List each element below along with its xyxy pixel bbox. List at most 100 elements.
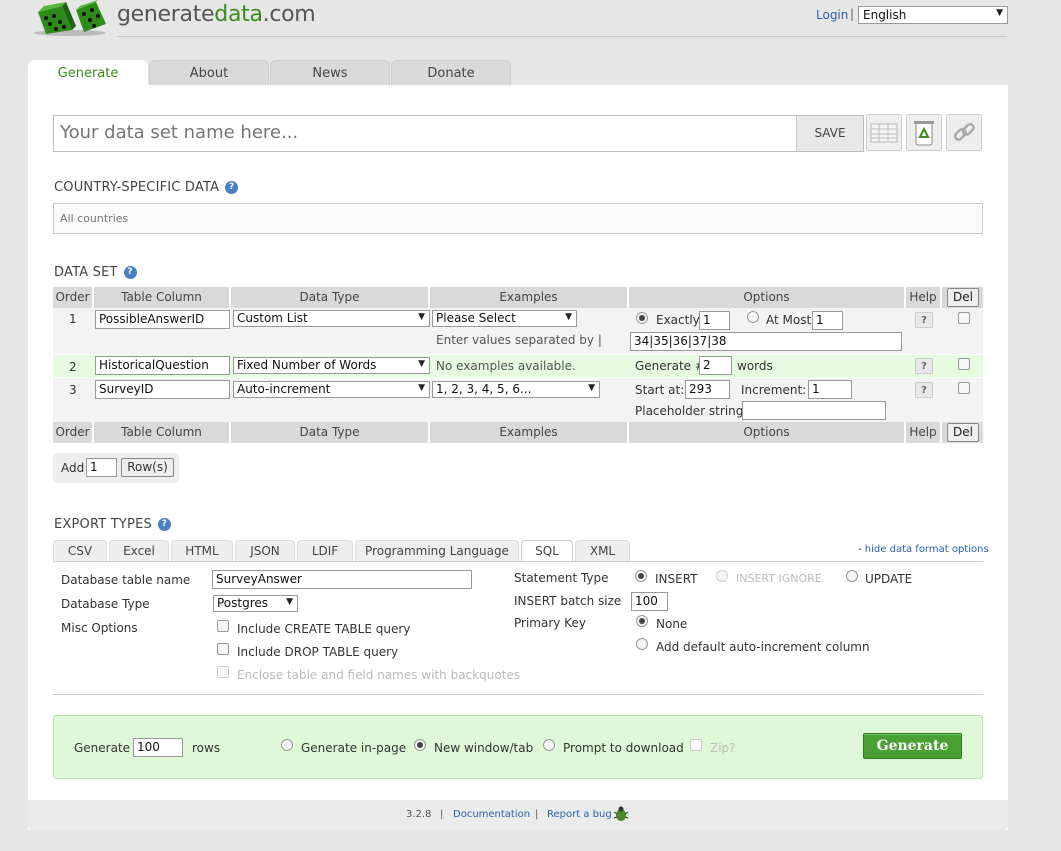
- update-radio[interactable]: [846, 570, 858, 582]
- examples-select[interactable]: Please Select ▼: [432, 310, 577, 327]
- help-icon[interactable]: ?: [225, 181, 239, 194]
- link-button[interactable]: [946, 114, 982, 151]
- exactly-label: Exactly: [656, 313, 700, 327]
- exactly-radio[interactable]: [636, 312, 648, 324]
- increment-label: Increment:: [741, 383, 807, 397]
- examples-select[interactable]: 1, 2, 3, 4, 5, 6... ▼: [432, 381, 600, 398]
- at-most-label: At Most: [766, 313, 812, 327]
- row-delete-checkbox[interactable]: [958, 312, 970, 324]
- generate-words-label: Generate #: [635, 359, 705, 373]
- column-header-data-type: Data Type: [231, 287, 430, 308]
- export-tab-ldif[interactable]: LDIF: [297, 540, 353, 562]
- prompt-download-radio[interactable]: [543, 739, 555, 751]
- generate-button[interactable]: Generate: [863, 733, 962, 759]
- new-window-radio[interactable]: [414, 739, 426, 751]
- word-count-input[interactable]: 2: [699, 356, 732, 375]
- db-type-select[interactable]: Postgres ▼: [213, 595, 298, 612]
- batch-size-label: INSERT batch size: [514, 594, 622, 608]
- generate-label: Generate: [74, 741, 131, 755]
- data-type-select[interactable]: Fixed Number of Words ▼: [233, 357, 430, 374]
- row-order: 3: [69, 383, 77, 397]
- tab-news[interactable]: News: [270, 60, 390, 86]
- section-divider: [53, 694, 983, 695]
- data-type-select[interactable]: Custom List ▼: [233, 310, 430, 327]
- placeholder-string-label: Placeholder string:: [635, 404, 748, 418]
- pk-none-label: None: [656, 617, 688, 631]
- pk-auto-increment-radio[interactable]: [636, 638, 648, 650]
- clear-button[interactable]: [906, 114, 942, 151]
- chevron-down-icon: ▼: [286, 597, 293, 607]
- export-tab-sql[interactable]: SQL: [521, 540, 573, 562]
- add-rows-button[interactable]: Row(s): [121, 458, 174, 477]
- export-tab-excel[interactable]: Excel: [109, 540, 169, 562]
- save-button[interactable]: SAVE: [796, 116, 863, 151]
- table-view-button[interactable]: [866, 114, 902, 151]
- chevron-down-icon: ▼: [565, 312, 572, 322]
- hide-options-link[interactable]: - hide data format options: [858, 544, 989, 555]
- create-table-checkbox[interactable]: [217, 620, 229, 632]
- column-name-input[interactable]: PossibleAnswerID: [95, 310, 230, 329]
- footer-separator: |: [440, 809, 444, 820]
- tab-donate[interactable]: Donate: [391, 60, 511, 86]
- version-text: 3.2.8: [406, 809, 432, 820]
- column-header-help: Help: [906, 422, 942, 443]
- row-delete-checkbox[interactable]: [958, 382, 970, 394]
- row-help-button[interactable]: ?: [915, 358, 933, 374]
- help-icon[interactable]: ?: [157, 518, 171, 531]
- export-tab-html[interactable]: HTML: [171, 540, 233, 562]
- footer-separator: |: [535, 809, 539, 820]
- at-most-radio[interactable]: [747, 311, 759, 323]
- delete-all-button[interactable]: Del: [947, 288, 979, 307]
- tab-about[interactable]: About: [149, 60, 269, 86]
- row-help-button[interactable]: ?: [915, 382, 933, 398]
- table-row: 1 PossibleAnswerID Custom List ▼ Please S…: [53, 308, 983, 354]
- insert-radio[interactable]: [635, 570, 647, 582]
- start-at-input[interactable]: 293: [685, 380, 730, 399]
- country-selector[interactable]: All countries: [53, 203, 983, 234]
- column-name-input[interactable]: HistoricalQuestion: [95, 356, 230, 375]
- language-select[interactable]: English ▼: [858, 6, 1008, 24]
- data-type-select[interactable]: Auto-increment ▼: [233, 381, 430, 398]
- start-at-label: Start at:: [635, 383, 685, 397]
- country-section-title: COUNTRY-SPECIFIC DATA?: [54, 180, 239, 195]
- column-name-input[interactable]: SurveyID: [95, 380, 230, 399]
- custom-list-values-input[interactable]: 34|35|36|37|38: [630, 332, 902, 351]
- zip-checkbox[interactable]: [690, 739, 702, 751]
- placeholder-string-input[interactable]: [742, 401, 886, 420]
- row-count-input[interactable]: 100: [133, 738, 183, 757]
- increment-input[interactable]: 1: [808, 380, 852, 399]
- dataset-name-input[interactable]: [60, 122, 780, 143]
- export-tab-csv[interactable]: CSV: [53, 540, 107, 562]
- custom-list-hint: Enter values separated by |: [436, 333, 602, 347]
- insert-ignore-radio[interactable]: [716, 570, 728, 582]
- batch-size-input[interactable]: 100: [631, 592, 668, 611]
- tab-generate[interactable]: Generate: [28, 60, 148, 86]
- documentation-link[interactable]: Documentation: [453, 809, 530, 820]
- report-bug-link[interactable]: Report a bug: [547, 809, 612, 820]
- export-tab-programming-language[interactable]: Programming Language: [355, 540, 519, 562]
- delete-all-button[interactable]: Del: [947, 423, 979, 442]
- dice-logo-icon: [34, 0, 106, 36]
- export-tabs-divider: [53, 561, 983, 562]
- export-tab-json[interactable]: JSON: [235, 540, 295, 562]
- create-table-label: Include CREATE TABLE query: [237, 622, 411, 636]
- help-icon[interactable]: ?: [123, 266, 137, 279]
- at-most-input[interactable]: 1: [812, 311, 843, 330]
- add-rows-count-input[interactable]: 1: [86, 458, 117, 477]
- bug-icon[interactable]: [612, 805, 630, 823]
- login-link[interactable]: Login: [816, 8, 848, 22]
- generate-in-page-radio[interactable]: [281, 739, 293, 751]
- zip-label: Zip?: [710, 741, 736, 755]
- exactly-input[interactable]: 1: [699, 311, 730, 330]
- row-help-button[interactable]: ?: [915, 312, 933, 328]
- row-delete-checkbox[interactable]: [958, 358, 970, 370]
- export-tab-xml[interactable]: XML: [575, 540, 630, 562]
- db-table-name-input[interactable]: SurveyAnswer: [212, 570, 472, 589]
- pk-none-radio[interactable]: [636, 615, 648, 627]
- drop-table-checkbox[interactable]: [217, 643, 229, 655]
- pk-auto-increment-label: Add default auto-increment column: [656, 640, 870, 654]
- rows-label: rows: [192, 741, 221, 755]
- backquotes-checkbox[interactable]: [217, 666, 229, 678]
- drop-table-label: Include DROP TABLE query: [237, 645, 399, 659]
- row-order: 1: [69, 312, 77, 326]
